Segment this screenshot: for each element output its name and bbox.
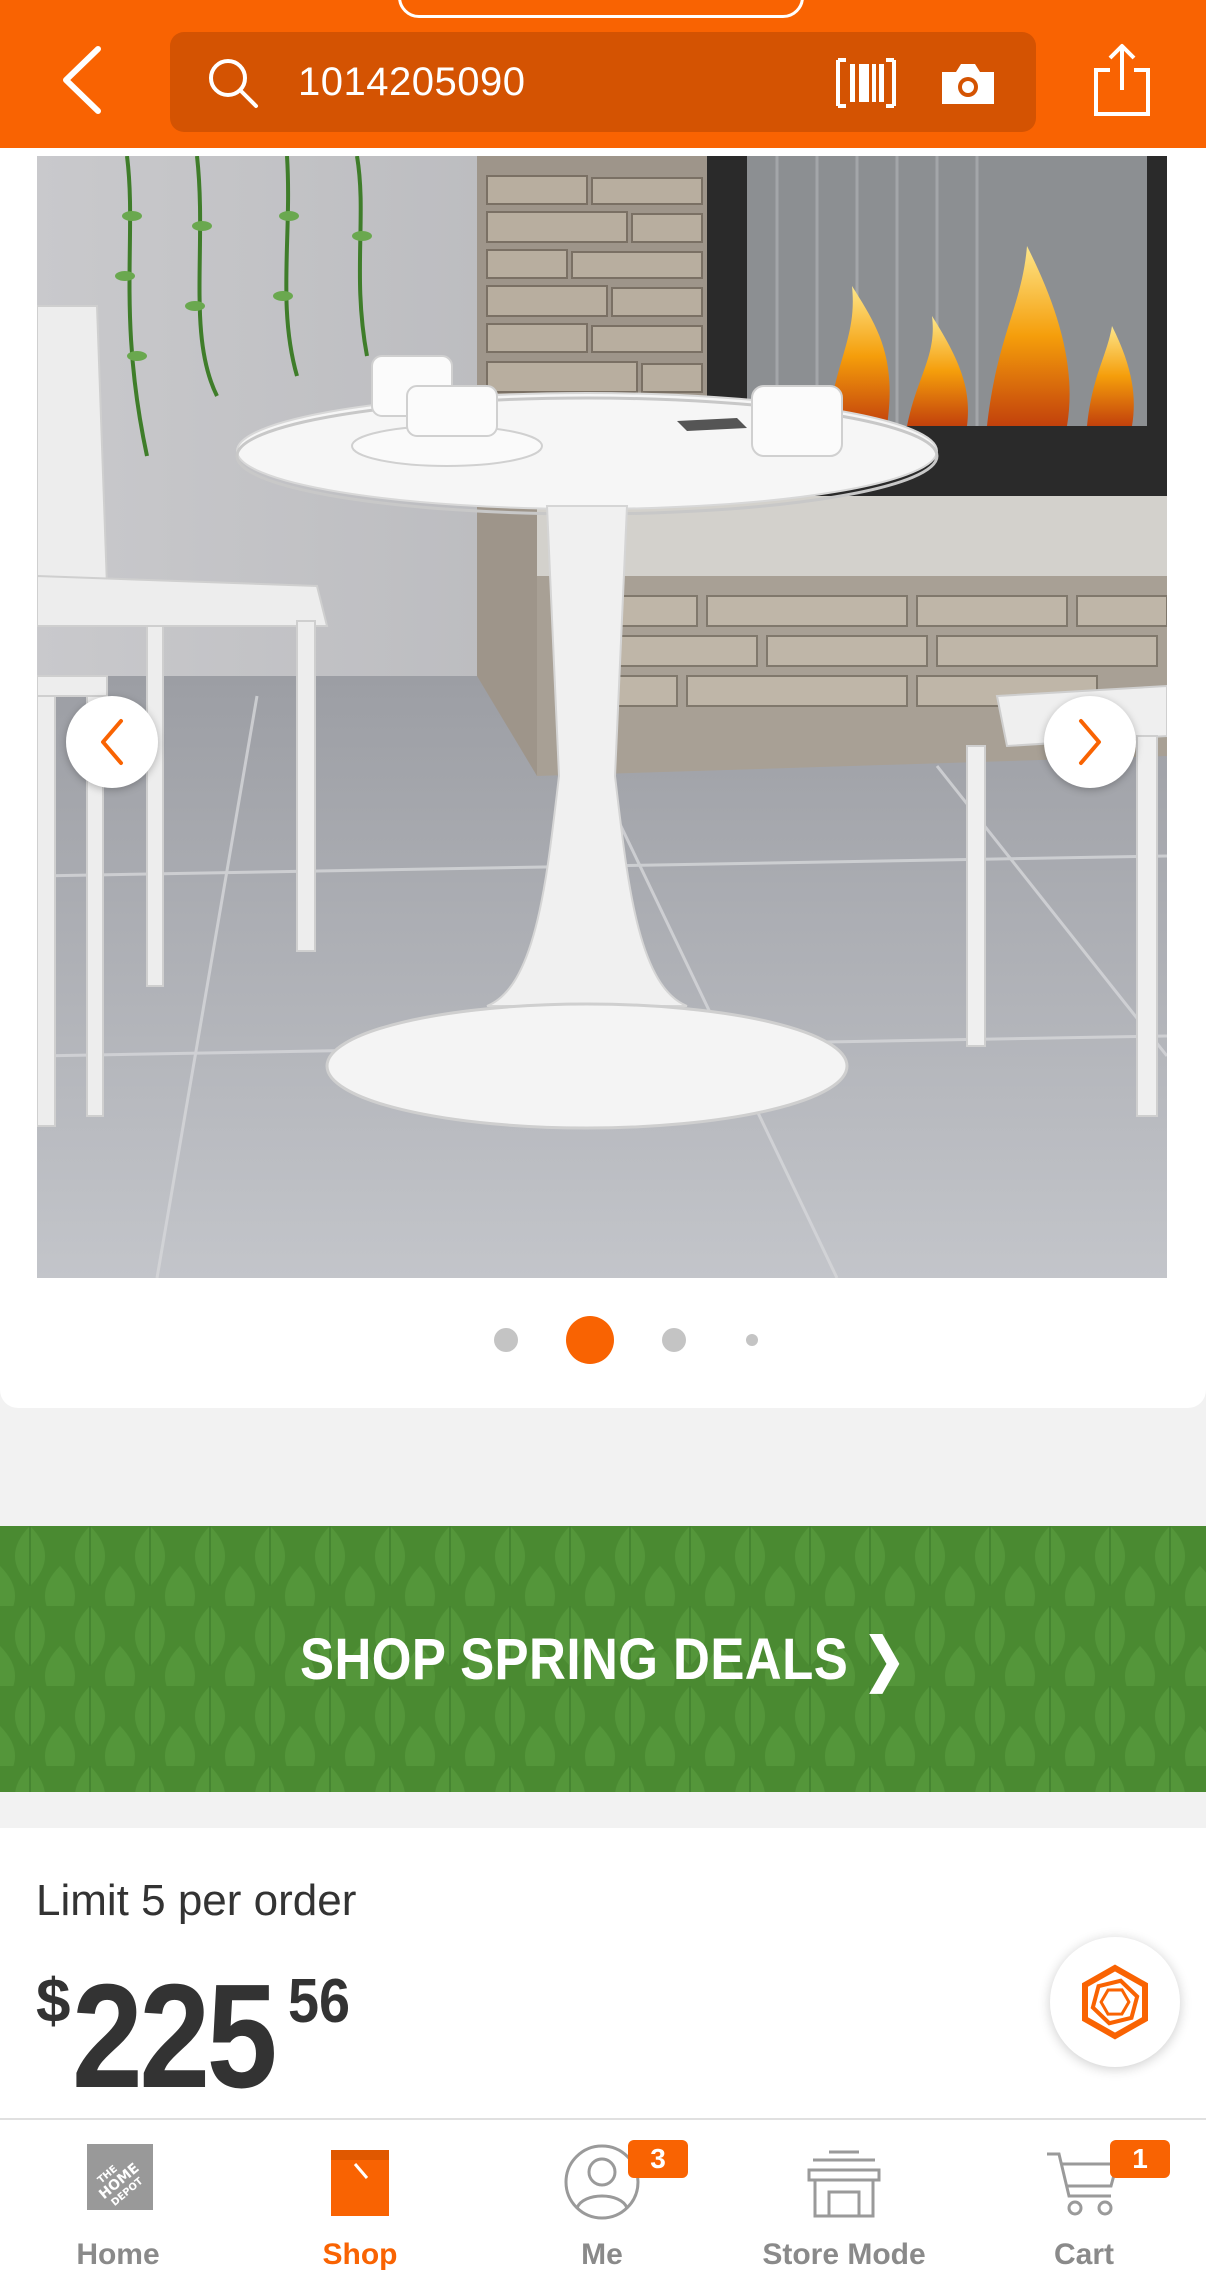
pagination-dot[interactable] <box>662 1328 686 1352</box>
tab-me[interactable]: Me 3 <box>502 2120 702 2288</box>
tab-store-mode[interactable]: Store Mode <box>744 2120 944 2288</box>
spring-deals-banner[interactable]: SHOP SPRING DEALS ❯ <box>0 1526 1206 1792</box>
chevron-right-icon <box>1079 719 1101 765</box>
hexagon-chat-icon <box>1082 1964 1148 2040</box>
pagination-dot[interactable] <box>746 1334 758 1346</box>
bottom-tab-bar: THE HOME DEPOT Home Shop Me 3 Store Mode… <box>0 2118 1206 2288</box>
search-icon <box>209 59 258 108</box>
search-input[interactable]: 1014205090 <box>298 58 525 106</box>
banner-label: SHOP SPRING DEALS ❯ <box>299 1627 907 1692</box>
pagination-dot[interactable] <box>494 1328 518 1352</box>
price-section: Limit 5 per order $ 225 56 <box>0 1828 1206 2120</box>
shopping-bag-icon <box>331 2150 389 2216</box>
store-icon <box>807 2150 881 2218</box>
next-image-button[interactable] <box>1044 696 1136 788</box>
top-app-bar: 1014205090 <box>0 0 1206 148</box>
tab-shop[interactable]: Shop <box>260 2120 460 2288</box>
dynamic-island-outline <box>398 0 804 18</box>
tab-home[interactable]: THE HOME DEPOT Home <box>18 2120 218 2288</box>
tab-cart-label: Cart <box>1053 2238 1114 2271</box>
pagination-dot-active[interactable] <box>566 1316 614 1364</box>
chat-help-button[interactable] <box>1050 1937 1180 2067</box>
gallery-pagination <box>0 1312 1206 1368</box>
tab-store-mode-label: Store Mode <box>762 2238 926 2271</box>
camera-icon[interactable] <box>938 60 998 108</box>
share-icon[interactable] <box>1090 40 1154 120</box>
price-cents: 56 <box>288 1967 351 2036</box>
chevron-left-icon <box>101 719 123 765</box>
tab-cart[interactable]: Cart 1 <box>984 2120 1184 2288</box>
product-photo[interactable] <box>37 156 1167 1278</box>
purchase-limit-text: Limit 5 per order <box>36 1876 357 1925</box>
tab-me-label: Me <box>581 2238 623 2271</box>
me-notification-badge: 3 <box>628 2140 688 2178</box>
price-currency: $ <box>36 1967 71 2036</box>
patio-table-photo <box>37 156 1167 1278</box>
cart-count-badge: 1 <box>1110 2140 1170 2178</box>
price-dollars: 225 <box>72 1954 277 2119</box>
chevron-left-icon <box>63 46 101 114</box>
home-depot-logo-icon: THE HOME DEPOT <box>87 2144 153 2210</box>
barcode-scanner-icon[interactable] <box>834 56 898 110</box>
tab-home-label: Home <box>76 2238 160 2271</box>
tab-shop-label: Shop <box>322 2238 398 2271</box>
back-button[interactable] <box>52 44 112 116</box>
search-bar[interactable]: 1014205090 <box>170 32 1036 132</box>
product-image-gallery <box>0 148 1206 1408</box>
previous-image-button[interactable] <box>66 696 158 788</box>
